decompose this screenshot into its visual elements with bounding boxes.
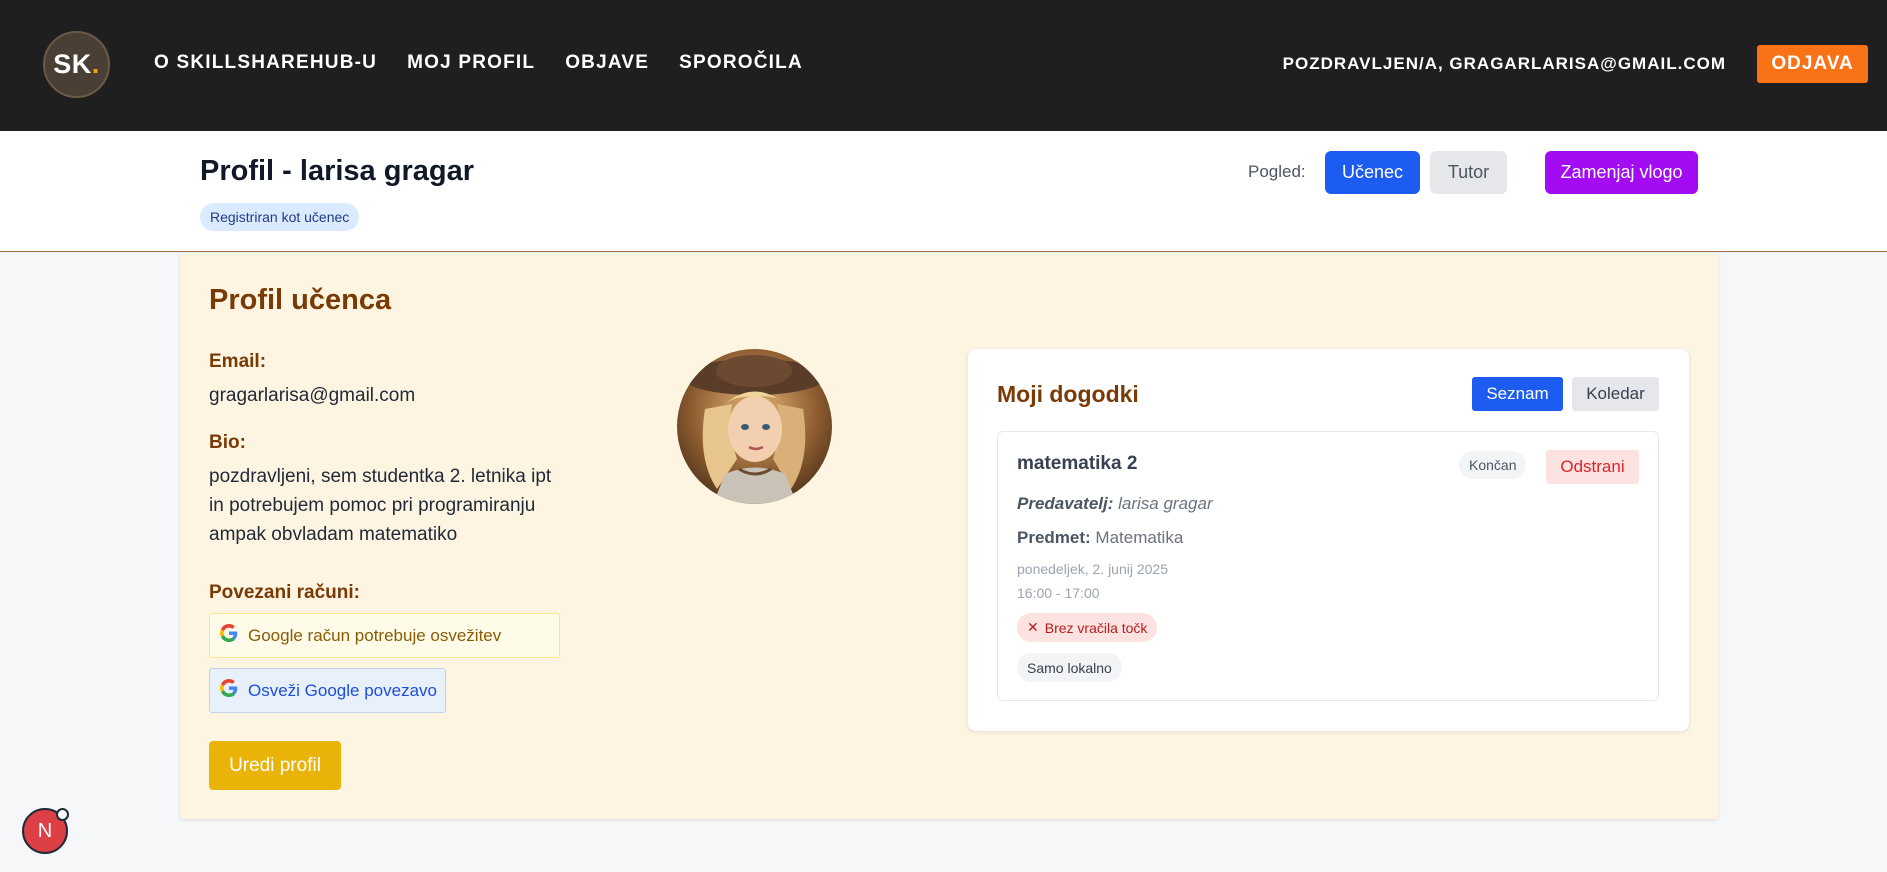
calendar-view-button[interactable]: Koledar xyxy=(1572,377,1659,411)
logout-button[interactable]: ODJAVA xyxy=(1757,45,1868,83)
view-tutor-button[interactable]: Tutor xyxy=(1430,151,1507,194)
nav-link-my-profile[interactable]: MOJ PROFIL xyxy=(407,52,535,74)
local-only-badge: Samo lokalno xyxy=(1017,653,1122,682)
view-label: Pogled: xyxy=(1248,162,1306,181)
edit-profile-button[interactable]: Uredi profil xyxy=(209,741,341,790)
google-warning: Google račun potrebuje osvežitev xyxy=(209,613,560,658)
list-view-button[interactable]: Seznam xyxy=(1472,377,1563,411)
no-refund-badge: ✕ Brez vračila točk xyxy=(1017,613,1158,642)
nav-link-posts[interactable]: OBJAVE xyxy=(565,52,649,74)
registered-badge: Registriran kot učenec xyxy=(200,203,360,231)
bio-line-2: in potrebujem pomoc pri programiranju xyxy=(209,495,536,516)
lecturer-value: larisa gragar xyxy=(1118,494,1213,513)
page-title: Profil - larisa gragar xyxy=(200,155,474,187)
avatar-illustration xyxy=(677,349,832,504)
google-refresh-button[interactable]: Osveži Google povezavo xyxy=(209,668,446,713)
logo-text: SK. xyxy=(53,49,100,79)
view-student-button[interactable]: Učenec xyxy=(1325,151,1420,194)
subject-value: Matematika xyxy=(1095,528,1184,547)
google-icon xyxy=(220,624,238,647)
nav-links: O SKILLSHAREHUB-U MOJ PROFIL OBJAVE SPOR… xyxy=(154,52,803,74)
logo[interactable]: SK. xyxy=(43,31,110,98)
top-navbar: SK. O SKILLSHAREHUB-U MOJ PROFIL OBJAVE … xyxy=(0,0,1887,131)
bio-line-1: pozdravljeni, sem studentka 2. letnika i… xyxy=(209,466,552,487)
nav-link-messages[interactable]: SPOROČILA xyxy=(679,52,803,74)
bio-label: Bio: xyxy=(209,432,246,453)
switch-role-button[interactable]: Zamenjaj vlogo xyxy=(1545,151,1698,194)
google-warning-text: Google račun potrebuje osvežitev xyxy=(248,625,502,645)
email-label: Email: xyxy=(209,351,267,372)
lecturer-label: Predavatelj: xyxy=(1017,494,1114,513)
accounts-label: Povezani računi: xyxy=(209,582,360,603)
google-icon xyxy=(220,679,238,702)
close-icon: ✕ xyxy=(1027,619,1039,635)
events-title: Moji dogodki xyxy=(997,381,1139,407)
event-date: ponedeljek, 2. junij 2025 xyxy=(1017,561,1169,577)
event-lecturer: Predavatelj: larisa gragar xyxy=(1017,494,1213,514)
bubble-letter: N xyxy=(37,819,53,842)
remove-event-button[interactable]: Odstrani xyxy=(1546,450,1639,484)
email-value: gragarlarisa@gmail.com xyxy=(209,385,416,406)
section-title: Profil učenca xyxy=(209,284,392,316)
bio-line-3: ampak obvladam matematiko xyxy=(209,524,458,545)
subject-label: Predmet: xyxy=(1017,528,1091,547)
event-name: matematika 2 xyxy=(1017,453,1138,474)
event-time: 16:00 - 17:00 xyxy=(1017,585,1100,601)
event-subject: Predmet: Matematika xyxy=(1017,528,1183,548)
user-greeting: POZDRAVLJEN/A, GRAGARLARISA@GMAIL.COM xyxy=(1282,54,1726,73)
notification-dot-icon xyxy=(56,808,69,821)
avatar xyxy=(677,349,832,504)
google-refresh-text: Osveži Google povezavo xyxy=(248,680,437,700)
status-badge: Končan xyxy=(1459,451,1527,479)
nav-link-about[interactable]: O SKILLSHAREHUB-U xyxy=(154,52,377,74)
no-refund-text: Brez vračila točk xyxy=(1044,619,1148,636)
